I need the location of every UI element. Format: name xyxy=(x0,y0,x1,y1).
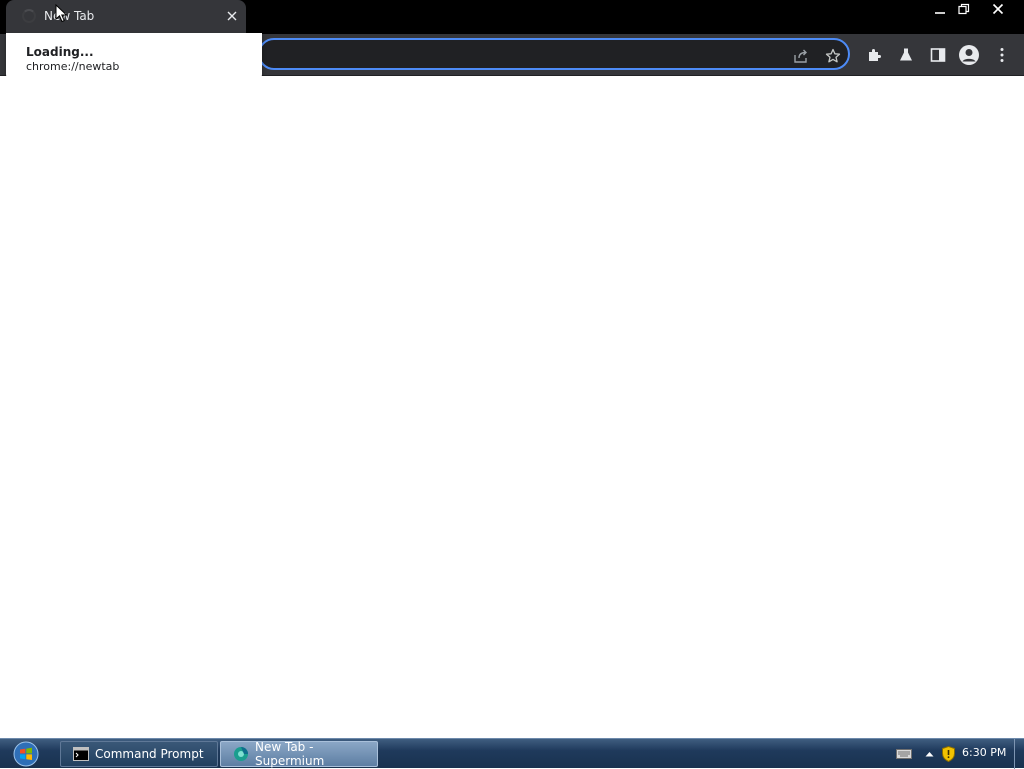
taskbar-clock[interactable]: 6:30 PM xyxy=(962,746,1006,759)
tab-title: New Tab xyxy=(44,9,95,23)
browser-title-bar: New Tab xyxy=(0,0,1024,34)
show-hidden-icons-button[interactable] xyxy=(922,745,936,763)
labs-button[interactable] xyxy=(894,43,918,67)
star-icon xyxy=(825,48,841,63)
keyboard-icon xyxy=(896,749,912,759)
show-desktop-button[interactable] xyxy=(1014,739,1024,769)
puzzle-icon xyxy=(869,49,881,61)
flask-icon xyxy=(900,48,912,61)
supermium-icon xyxy=(233,746,249,762)
page-content[interactable] xyxy=(0,76,1024,738)
tab-new-tab[interactable]: New Tab xyxy=(6,0,246,34)
taskbar-item-label: Command Prompt xyxy=(95,747,204,761)
hover-card-url: chrome://newtab xyxy=(26,60,120,73)
mouse-cursor-icon xyxy=(55,4,68,23)
windows-taskbar: Command Prompt New Tab - Supermium 6:30 … xyxy=(0,738,1024,769)
windows-orb-icon xyxy=(13,741,39,767)
profile-avatar-icon xyxy=(959,45,979,65)
extensions-button[interactable] xyxy=(862,43,886,67)
address-bar[interactable] xyxy=(258,38,850,70)
keyboard-tray-button[interactable] xyxy=(894,745,914,763)
start-button[interactable] xyxy=(8,740,44,768)
minimize-icon xyxy=(935,12,945,14)
security-tray-button[interactable] xyxy=(940,745,956,763)
window-close-button[interactable] xyxy=(984,0,1012,18)
taskbar-item-label: New Tab - Supermium xyxy=(255,740,325,768)
restore-icon xyxy=(958,3,970,15)
tab-hover-card: Loading... chrome://newtab xyxy=(6,33,262,82)
shield-icon xyxy=(941,746,955,762)
close-icon xyxy=(227,11,237,21)
taskbar-item-supermium[interactable]: New Tab - Supermium xyxy=(220,740,378,768)
side-panel-icon xyxy=(930,48,946,62)
browser-menu-button[interactable] xyxy=(990,43,1014,67)
restore-button[interactable] xyxy=(952,0,976,18)
loading-spinner-icon xyxy=(22,9,36,23)
close-icon xyxy=(992,3,1004,15)
chevron-up-icon xyxy=(925,752,933,757)
bookmark-button[interactable] xyxy=(822,45,844,67)
minimize-button[interactable] xyxy=(928,0,952,18)
share-icon xyxy=(794,49,807,63)
side-panel-button[interactable] xyxy=(926,43,950,67)
cmd-icon xyxy=(73,746,89,762)
share-button[interactable] xyxy=(790,45,812,67)
hover-card-title: Loading... xyxy=(26,45,94,59)
profile-button[interactable] xyxy=(957,43,981,67)
kebab-menu-icon xyxy=(1000,48,1004,62)
tab-close-button[interactable] xyxy=(224,8,240,24)
taskbar-item-command-prompt[interactable]: Command Prompt xyxy=(60,741,218,767)
